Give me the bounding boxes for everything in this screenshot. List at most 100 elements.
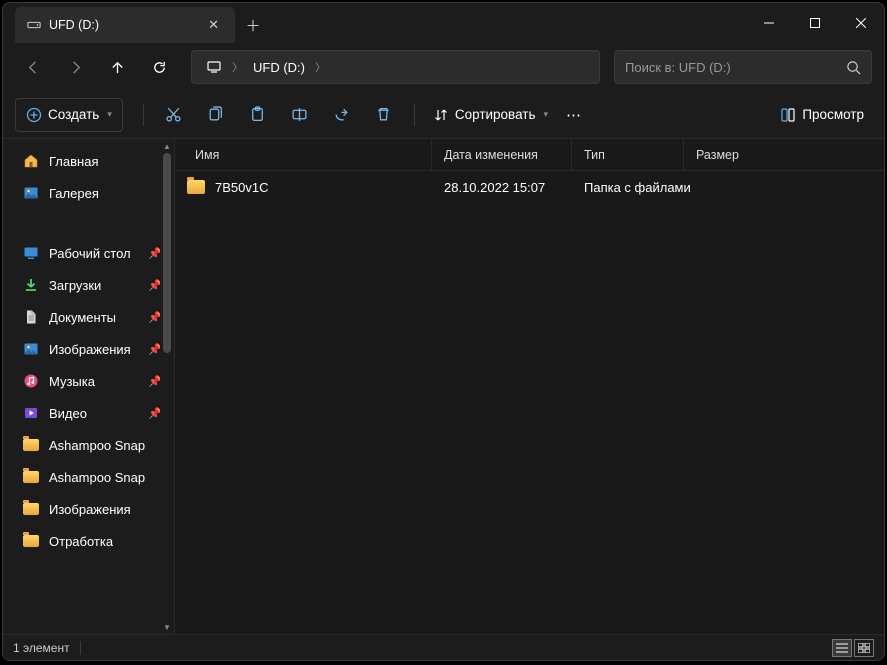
column-name[interactable]: Имя bbox=[175, 139, 432, 170]
chevron-down-icon: ▾ bbox=[544, 109, 549, 120]
paste-icon bbox=[249, 106, 266, 123]
trash-icon bbox=[375, 106, 392, 123]
sidebar-item-folder[interactable]: Изображения bbox=[7, 493, 170, 525]
pictures-icon bbox=[23, 341, 39, 357]
details-view-button[interactable] bbox=[832, 639, 852, 657]
sidebar-item-label: Отработка bbox=[49, 534, 113, 549]
file-type: Папка с файлами bbox=[572, 180, 722, 195]
sidebar-item-label: Изображения bbox=[49, 342, 131, 357]
file-row[interactable]: 7B50v1C 28.10.2022 15:07Папка с файлами bbox=[175, 171, 884, 203]
view-icon bbox=[780, 107, 796, 123]
maximize-button[interactable] bbox=[792, 3, 838, 43]
copy-button[interactable] bbox=[196, 98, 236, 132]
close-tab-button[interactable]: ✕ bbox=[200, 13, 227, 37]
sidebar-item-label: Главная bbox=[49, 154, 98, 169]
sidebar-scrollbar[interactable]: ▲ ▼ bbox=[160, 139, 174, 634]
rename-button[interactable] bbox=[280, 98, 320, 132]
folder-icon bbox=[23, 437, 39, 453]
paste-button[interactable] bbox=[238, 98, 278, 132]
toolbar: Создать ▾ Сортировать ▾ ⋯ Просмотр bbox=[3, 91, 884, 139]
cut-icon bbox=[165, 106, 182, 123]
music-icon bbox=[23, 373, 39, 389]
sidebar-item-downloads[interactable]: Загрузки📌 bbox=[7, 269, 170, 301]
column-headers: ⌃ Имя Дата изменения Тип Размер bbox=[175, 139, 884, 171]
thumbnails-view-button[interactable] bbox=[854, 639, 874, 657]
copy-icon bbox=[207, 106, 224, 123]
downloads-icon bbox=[23, 277, 39, 293]
documents-icon bbox=[23, 309, 39, 325]
chevron-right-icon[interactable]: 〉 bbox=[313, 59, 328, 75]
column-type[interactable]: Тип bbox=[572, 139, 684, 170]
folder-icon bbox=[23, 533, 39, 549]
sidebar-item-desktop[interactable]: Рабочий стол📌 bbox=[7, 237, 170, 269]
sort-icon bbox=[433, 107, 449, 123]
active-tab[interactable]: UFD (D:) ✕ bbox=[15, 7, 235, 43]
refresh-button[interactable] bbox=[141, 49, 177, 85]
sidebar-item-folder[interactable]: Отработка bbox=[7, 525, 170, 557]
sidebar-item-video[interactable]: Видео📌 bbox=[7, 397, 170, 429]
create-button[interactable]: Создать ▾ bbox=[15, 98, 123, 132]
sidebar-item-label: Ashampoo Snap bbox=[49, 470, 145, 485]
file-name: 7B50v1C bbox=[215, 180, 268, 195]
chevron-down-icon: ▾ bbox=[107, 109, 112, 120]
cut-button[interactable] bbox=[154, 98, 194, 132]
minimize-button[interactable] bbox=[746, 3, 792, 43]
content-area: ⌃ Имя Дата изменения Тип Размер 7B50v1C 2… bbox=[175, 139, 884, 634]
sidebar-item-label: Изображения bbox=[49, 502, 131, 517]
sidebar-item-label: Документы bbox=[49, 310, 116, 325]
search-input[interactable]: Поиск в: UFD (D:) bbox=[614, 50, 872, 84]
view-label: Просмотр bbox=[802, 107, 864, 122]
sidebar-item-label: Рабочий стол bbox=[49, 246, 131, 261]
sidebar-item-documents[interactable]: Документы📌 bbox=[7, 301, 170, 333]
folder-icon bbox=[187, 180, 205, 194]
sidebar-item-label: Ashampoo Snap bbox=[49, 438, 145, 453]
share-button[interactable] bbox=[322, 98, 362, 132]
sidebar-item-label: Галерея bbox=[49, 186, 99, 201]
titlebar: UFD (D:) ✕ ＋ bbox=[3, 3, 884, 43]
folder-icon bbox=[23, 501, 39, 517]
search-placeholder: Поиск в: UFD (D:) bbox=[625, 60, 846, 75]
breadcrumb-location[interactable]: UFD (D:) bbox=[245, 60, 313, 75]
more-button[interactable]: ⋯ bbox=[558, 98, 589, 132]
create-label: Создать bbox=[48, 107, 99, 122]
new-tab-button[interactable]: ＋ bbox=[235, 7, 271, 43]
close-window-button[interactable] bbox=[838, 3, 884, 43]
sidebar-item-label: Загрузки bbox=[49, 278, 101, 293]
rename-icon bbox=[291, 106, 308, 123]
sidebar-item-label: Видео bbox=[49, 406, 87, 421]
address-bar[interactable]: 〉 UFD (D:) 〉 bbox=[191, 50, 600, 84]
column-date[interactable]: Дата изменения bbox=[432, 139, 572, 170]
forward-button[interactable] bbox=[57, 49, 93, 85]
sidebar-item-folder[interactable]: Ashampoo Snap bbox=[7, 429, 170, 461]
tab-title: UFD (D:) bbox=[49, 18, 99, 32]
sidebar-item-music[interactable]: Музыка📌 bbox=[7, 365, 170, 397]
view-button[interactable]: Просмотр bbox=[772, 98, 872, 132]
pc-icon bbox=[198, 59, 230, 75]
up-button[interactable] bbox=[99, 49, 135, 85]
sidebar-item-gallery[interactable]: Галерея bbox=[7, 177, 170, 209]
sort-label: Сортировать bbox=[455, 107, 536, 122]
file-date: 28.10.2022 15:07 bbox=[432, 180, 572, 195]
home-icon bbox=[23, 153, 39, 169]
sidebar: ГлавнаяГалерея Рабочий стол📌Загрузки📌Док… bbox=[3, 139, 175, 634]
share-icon bbox=[333, 106, 350, 123]
sidebar-item-home[interactable]: Главная bbox=[7, 145, 170, 177]
navbar: 〉 UFD (D:) 〉 Поиск в: UFD (D:) bbox=[3, 43, 884, 91]
sidebar-item-label: Музыка bbox=[49, 374, 95, 389]
desktop-icon bbox=[23, 245, 39, 261]
sidebar-item-pictures[interactable]: Изображения📌 bbox=[7, 333, 170, 365]
back-button[interactable] bbox=[15, 49, 51, 85]
gallery-icon bbox=[23, 185, 39, 201]
search-icon bbox=[846, 60, 861, 75]
folder-icon bbox=[23, 469, 39, 485]
chevron-right-icon[interactable]: 〉 bbox=[230, 59, 245, 75]
drive-icon bbox=[27, 18, 41, 32]
sidebar-item-folder[interactable]: Ashampoo Snap bbox=[7, 461, 170, 493]
delete-button[interactable] bbox=[364, 98, 404, 132]
sort-button[interactable]: Сортировать ▾ bbox=[425, 98, 556, 132]
video-icon bbox=[23, 405, 39, 421]
plus-circle-icon bbox=[26, 107, 42, 123]
item-count: 1 элемент bbox=[13, 641, 70, 655]
column-size[interactable]: Размер bbox=[684, 139, 774, 170]
statusbar: 1 элемент bbox=[3, 634, 884, 660]
